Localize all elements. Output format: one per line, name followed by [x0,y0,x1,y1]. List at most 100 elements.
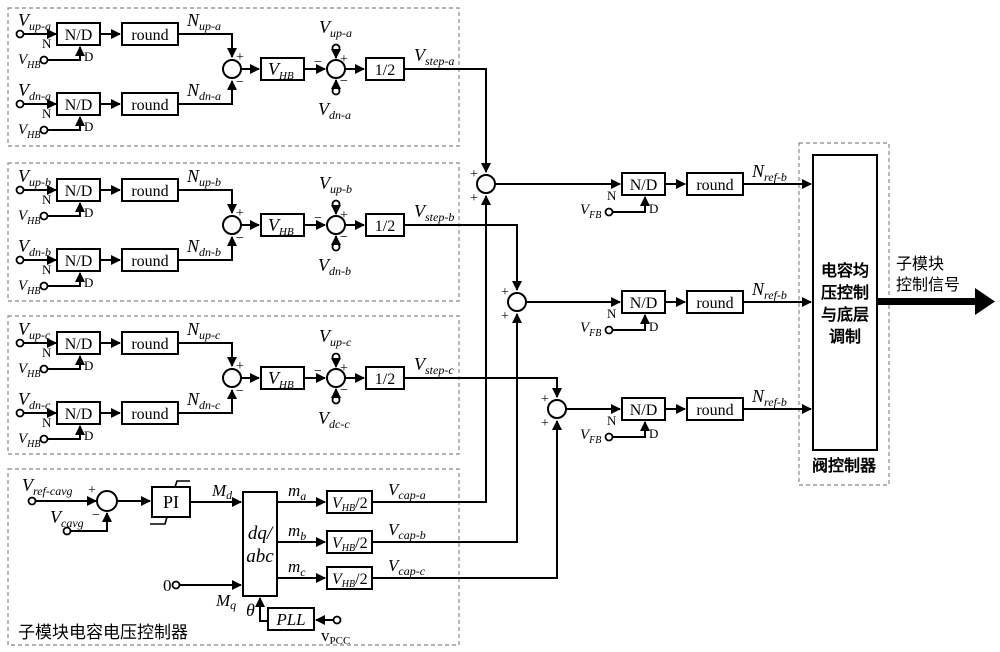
nd-label: N/D [65,27,93,44]
vup-input-port [15,338,25,348]
minus-sign: − [340,74,348,89]
n-port-label: N [42,36,52,51]
plus-sign: + [340,361,348,376]
n-port-label: N [42,192,52,207]
reference-chain-1: + + N N/D VFB Dround Nref-b [470,161,812,221]
vdn-input-port [15,255,25,265]
nref-label: Nref-b [751,161,787,184]
n-port-label: N [607,413,617,428]
nup-label: Nup-b [186,166,221,189]
nref-label: Nref-b [751,279,787,302]
round-label: round [131,27,168,44]
minus-sign: − [314,364,322,379]
plus-sign: + [470,167,478,182]
output-arrow-head [975,288,995,315]
nref-label: Nref-b [751,386,787,409]
vdn-input-label: Vdn-b [18,236,51,259]
vhb-input-port [39,281,49,291]
vup-reference-port [331,43,341,53]
vdn-input-port [15,99,25,109]
vhb-input-label: VHB [18,278,41,297]
vhb-input-label: VHB [18,208,41,227]
round-label: round [696,295,733,312]
minus-sign: − [314,55,322,70]
minus-sign: − [236,384,244,399]
vcap-a-label: Vcap-a [388,480,426,502]
valve-inner-line-1: 电容均 [821,261,869,280]
vup-reference-label: Vup-c [319,326,352,349]
ndn-label: Ndn-a [186,80,221,103]
vhb-input-label: VHB [18,122,41,141]
round-label: round [696,177,733,194]
vfb-input-label: VFB [580,320,601,339]
minus-sign: − [236,231,244,246]
plus-sign: + [470,191,478,206]
output-arrow-shaft [877,298,977,305]
vhb-input-port [39,434,49,444]
vstep-label: Vstep-a [414,45,454,68]
vhb-input-port [39,364,49,374]
vfb-input-port [604,432,614,442]
mc-label: mc [288,557,306,579]
valve-controller: 电容均 压控制 与底层 调制 阀控制器 子模块 控制信号 [812,154,995,475]
vcap-c-label: Vcap-c [388,556,426,578]
d-port-label: D [649,201,658,216]
minus-sign: − [314,211,322,226]
balancing-modulation-block [812,154,878,451]
step-cap-summer [507,292,527,312]
vup-input-port [15,29,25,39]
plus-sign: + [541,416,549,431]
nd-label: N/D [65,183,93,200]
plus-sign: + [340,52,348,67]
vhb-input-port [39,55,49,65]
vcavg-port [62,526,72,536]
vup-reference-label: Vup-a [319,17,352,40]
vup-reference-port [331,352,341,362]
vup-reference-port [331,199,341,209]
phase-c-divider-block: Vup-c N N/D VHB Dround Nup-c Vdn-c N N/D VHB Droun… [15,319,454,450]
output-label-line-2: 控制信号 [896,275,960,294]
n-port-label: N [42,262,52,277]
valve-inner-line-3: 与底层 [821,305,869,324]
dq-abc-transform-block [242,491,278,597]
nd-label: N/D [65,406,93,423]
zero-label: 0 [163,576,172,595]
nup-label: Nup-a [186,10,221,33]
ndn-label: Ndn-b [186,236,221,259]
output-label-line-1: 子模块 [896,254,944,273]
vcavg-label: Vcavg [50,507,84,530]
vdn-input-label: Vdn-a [18,80,51,103]
vdn-input-port [15,408,25,418]
plus-sign: + [541,392,549,407]
minus-sign: − [340,383,348,398]
vref-cavg-port [27,496,37,506]
vref-cavg-label: Vref-cavg [22,475,73,498]
zero-port [171,580,181,590]
d-port-label: D [84,358,93,373]
round-label: round [131,97,168,114]
n-port-label: N [42,345,52,360]
plus-sign: + [340,208,348,223]
n-port-label: N [607,306,617,321]
nd-label: N/D [65,253,93,270]
vdn-reference-port [331,395,341,405]
step-cap-summer [547,399,567,419]
minus-sign: − [236,75,244,90]
block-diagram: Vup-a N N/D VHB Dround Nup-a Vdn-a N N/D VHB Droun… [7,7,995,647]
ma-label: ma [288,481,306,503]
ndn-label: Ndn-c [186,389,221,412]
plus-sign: + [236,206,244,221]
n-port-label: N [42,415,52,430]
pll-label: PLL [275,610,305,629]
plus-sign: + [236,50,244,65]
d-port-label: D [84,205,93,220]
round-label: round [131,253,168,270]
vhb-input-label: VHB [18,361,41,380]
nd-label: N/D [630,177,658,194]
vstep-label: Vstep-c [414,354,454,377]
plus-sign: + [88,483,96,498]
controller-title: 子模块电容电压控制器 [18,623,188,643]
mq-label: Mq [215,591,236,612]
phase-b-divider-block: Vup-b N N/D VHB Dround Nup-b Vdn-b N N/D VHB Droun… [15,166,454,297]
vpcc-port [332,615,342,625]
